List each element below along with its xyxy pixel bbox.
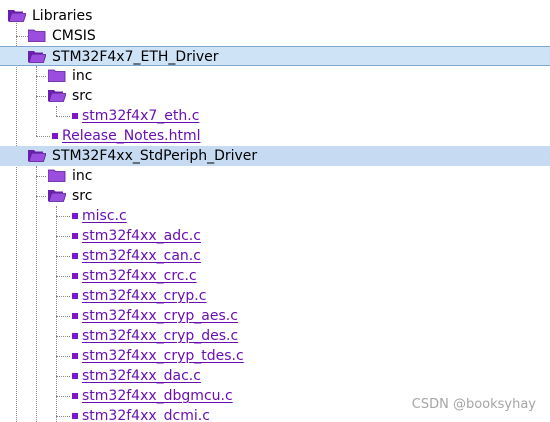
tree-item-label: stm32f4xx_cryp_des.c <box>82 328 239 344</box>
watermark: CSDN @booksyhay <box>411 397 536 412</box>
folder-open-icon <box>48 90 66 102</box>
tree-item-label: stm32f4xx_cryp.c <box>82 288 207 304</box>
tree-item-eth-inc[interactable]: inc <box>0 66 550 86</box>
folder-open-icon <box>28 150 46 162</box>
tree-item-eth-src[interactable]: src <box>0 86 550 106</box>
tree-item-std-inc[interactable]: inc <box>0 166 550 186</box>
tree-item-file[interactable]: stm32f4xx_adc.c <box>0 226 550 246</box>
tree-item-label: stm32f4xx_dac.c <box>82 368 201 384</box>
folder-icon <box>48 69 66 82</box>
folder-icon <box>28 29 46 42</box>
file-icon <box>72 353 78 359</box>
tree-item-label: src <box>72 188 93 204</box>
tree-item-label: inc <box>72 68 93 84</box>
tree-item-label: stm32f4xx_cryp_tdes.c <box>82 348 244 364</box>
file-icon <box>72 233 78 239</box>
tree-item-file[interactable]: stm32f4xx_crc.c <box>0 266 550 286</box>
tree-item-label: CMSIS <box>52 28 96 44</box>
tree-item-label: Libraries <box>32 8 93 24</box>
tree-item-label: STM32F4xx_StdPeriph_Driver <box>52 148 258 164</box>
folder-icon <box>48 169 66 182</box>
file-icon <box>72 273 78 279</box>
tree-item-file[interactable]: stm32f4xx_cryp_tdes.c <box>0 346 550 366</box>
tree-item-label: STM32F4x7_ETH_Driver <box>52 49 219 65</box>
folder-open-icon <box>48 190 66 202</box>
tree-item-file[interactable]: stm32f4xx_can.c <box>0 246 550 266</box>
tree-item-label: stm32f4xx_dcmi.c <box>82 408 210 422</box>
tree-item-label: inc <box>72 168 93 184</box>
tree-item-file[interactable]: stm32f4xx_cryp.c <box>0 286 550 306</box>
tree-item-label: Release_Notes.html <box>62 128 201 144</box>
tree-item-label: stm32f4xx_crc.c <box>82 268 197 284</box>
tree-item-stdperiph-driver[interactable]: STM32F4xx_StdPeriph_Driver <box>0 146 550 166</box>
tree-item-eth-driver[interactable]: STM32F4x7_ETH_Driver <box>0 46 550 66</box>
file-icon <box>52 133 58 139</box>
file-icon <box>72 313 78 319</box>
tree-item-cmsis[interactable]: CMSIS <box>0 26 550 46</box>
tree-item-label: stm32f4x7_eth.c <box>82 108 200 124</box>
tree-item-file[interactable]: stm32f4xx_cryp_des.c <box>0 326 550 346</box>
file-icon <box>72 393 78 399</box>
tree-item-label: src <box>72 88 93 104</box>
tree-item-label: stm32f4xx_can.c <box>82 248 201 264</box>
file-icon <box>72 213 78 219</box>
file-icon <box>72 113 78 119</box>
tree-item-label: stm32f4xx_adc.c <box>82 228 201 244</box>
tree-item-file[interactable]: stm32f4x7_eth.c <box>0 106 550 126</box>
file-icon <box>72 413 78 419</box>
tree-item-label: misc.c <box>82 208 127 224</box>
folder-open-icon <box>28 51 46 63</box>
tree-item-label: stm32f4xx_cryp_aes.c <box>82 308 238 324</box>
file-icon <box>72 253 78 259</box>
tree-item-libraries[interactable]: Libraries <box>0 6 550 26</box>
file-icon <box>72 333 78 339</box>
file-icon <box>72 293 78 299</box>
tree-item-std-src[interactable]: src <box>0 186 550 206</box>
file-icon <box>72 373 78 379</box>
tree-item-file[interactable]: stm32f4xx_dac.c <box>0 366 550 386</box>
tree-item-release-notes[interactable]: Release_Notes.html <box>0 126 550 146</box>
folder-open-icon <box>8 10 26 22</box>
tree-item-file[interactable]: stm32f4xx_cryp_aes.c <box>0 306 550 326</box>
tree-item-file[interactable]: misc.c <box>0 206 550 226</box>
tree-item-label: stm32f4xx_dbgmcu.c <box>82 388 233 404</box>
